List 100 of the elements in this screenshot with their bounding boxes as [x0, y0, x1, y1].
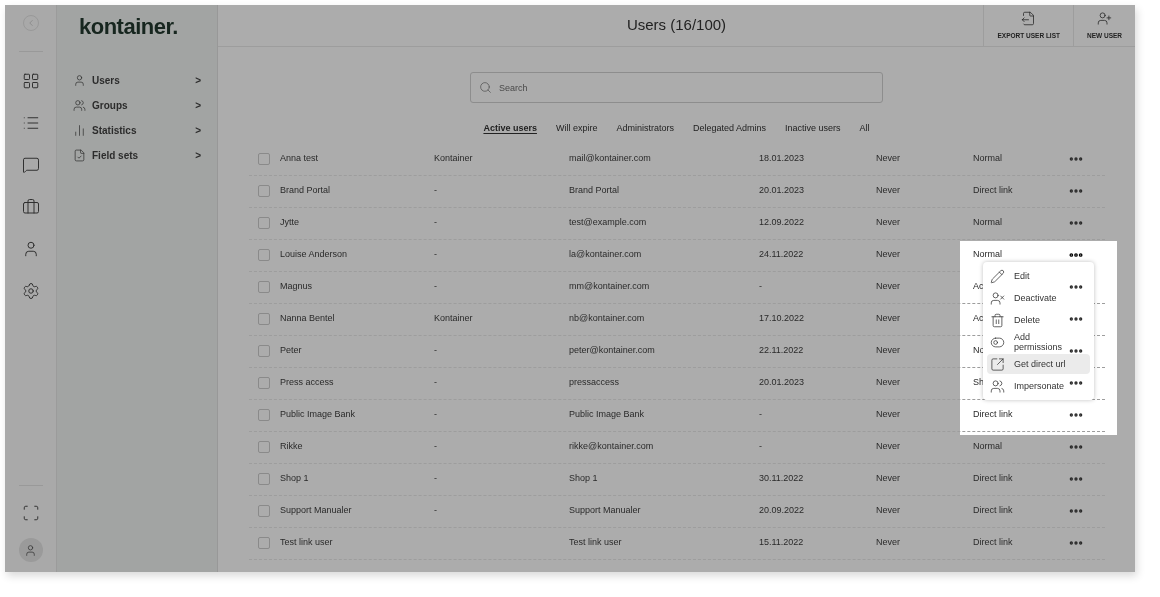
user-name: Rikke	[280, 440, 303, 454]
user-remove-icon	[990, 290, 1005, 306]
company-name: Kontainer	[434, 312, 473, 326]
bar-chart-icon	[73, 124, 86, 137]
email-address: pressaccess	[569, 376, 620, 390]
row-checkbox[interactable]	[258, 505, 270, 517]
nav-item[interactable]: Users >	[73, 71, 201, 90]
export-file-icon	[1021, 10, 1037, 26]
settings-icon[interactable]	[21, 282, 40, 300]
email-address: test@example.com	[569, 216, 647, 230]
filter-tab[interactable]: Active users	[483, 122, 537, 136]
row-checkbox[interactable]	[258, 345, 270, 357]
date-text: -	[759, 440, 762, 454]
add-user-icon	[1097, 10, 1112, 26]
last-login-text: Never	[876, 376, 900, 390]
menu-item[interactable]: Delete	[987, 310, 1090, 330]
row-checkbox[interactable]	[258, 249, 270, 261]
date-text: 17.10.2022	[759, 312, 805, 326]
company-name: -	[434, 280, 437, 294]
user-name: Peter	[280, 344, 302, 358]
email-address: Brand Portal	[569, 184, 620, 198]
last-login-text: Never	[876, 504, 900, 518]
row-checkbox[interactable]	[258, 377, 270, 389]
email-address: peter@kontainer.com	[569, 344, 655, 358]
trash-icon	[990, 312, 1005, 328]
row-checkbox[interactable]	[258, 313, 270, 325]
last-login-text: Never	[876, 280, 900, 294]
list-icon[interactable]	[21, 114, 40, 132]
filter-tab[interactable]: Inactive users	[785, 122, 841, 136]
last-login-text: Never	[876, 312, 900, 326]
filter-tab[interactable]: Will expire	[555, 122, 598, 136]
briefcase-icon[interactable]	[21, 198, 40, 216]
last-login-text: Never	[876, 472, 900, 486]
people-icon	[990, 378, 1005, 394]
focus-icon[interactable]	[21, 504, 40, 522]
company-name: -	[434, 472, 437, 486]
last-login-text: Never	[876, 248, 900, 262]
row-checkbox[interactable]	[258, 281, 270, 293]
filter-tab[interactable]: Delegated Admins	[693, 122, 767, 136]
search-icon	[479, 81, 492, 94]
last-login-text: Never	[876, 440, 900, 454]
menu-item[interactable]: Deactivate	[987, 288, 1090, 308]
profile-avatar[interactable]	[18, 538, 43, 562]
company-name: -	[434, 376, 437, 390]
menu-item[interactable]: Get direct url	[987, 354, 1090, 374]
row-checkbox[interactable]	[258, 185, 270, 197]
row-checkbox[interactable]	[258, 153, 270, 165]
email-address: nb@kontainer.com	[569, 312, 645, 326]
company-name: Kontainer	[434, 152, 473, 166]
document-check-icon	[73, 149, 86, 162]
company-name: -	[434, 184, 437, 198]
user-name: Nanna Bentel	[280, 312, 335, 326]
message-icon[interactable]	[21, 156, 40, 174]
filter-tab[interactable]: Administrators	[616, 122, 674, 136]
menu-item[interactable]: Add permissions	[987, 332, 1090, 352]
menu-item[interactable]: Impersonate	[987, 376, 1090, 396]
last-login-text: Never	[876, 536, 900, 550]
row-checkbox[interactable]	[258, 537, 270, 549]
grid-icon[interactable]	[21, 72, 40, 90]
row-checkbox[interactable]	[258, 217, 270, 229]
date-text: 15.11.2022	[759, 536, 804, 550]
last-login-text: Never	[876, 408, 900, 422]
nav-item[interactable]: Statistics >	[73, 121, 201, 140]
user-type: Ac	[973, 312, 984, 326]
user-type: Direct link	[973, 536, 1013, 550]
date-text: 24.11.2022	[759, 248, 804, 262]
search-field[interactable]: Search	[470, 72, 883, 103]
email-address: rikke@kontainer.com	[569, 440, 654, 454]
nav-item[interactable]: Groups >	[73, 96, 201, 115]
share-icon	[990, 356, 1005, 372]
user-type: Normal	[973, 248, 1002, 262]
date-text: 12.09.2022	[759, 216, 805, 230]
user-name: Jytte	[280, 216, 299, 230]
toggle-icon	[990, 334, 1005, 350]
menu-item[interactable]: Edit	[987, 266, 1090, 286]
row-checkbox[interactable]	[258, 441, 270, 453]
user-type: Direct link	[973, 472, 1013, 486]
date-text: 20.09.2022	[759, 504, 805, 518]
user-icon	[24, 543, 37, 557]
user-name: Anna test	[280, 152, 319, 166]
last-login-text: Never	[876, 184, 900, 198]
user-name: Test link user	[280, 536, 333, 550]
user-type: Direct link	[973, 408, 1013, 422]
row-checkbox[interactable]	[258, 409, 270, 421]
user-name: Magnus	[280, 280, 313, 294]
user-type: Direct link	[973, 504, 1013, 518]
user-name: Brand Portal	[280, 184, 331, 198]
row-checkbox[interactable]	[258, 473, 270, 485]
filter-tab[interactable]: All	[859, 122, 870, 136]
page-title: Users (16/100)	[626, 15, 727, 36]
user-name: Support Manualer	[280, 504, 352, 518]
nav-item[interactable]: Field sets >	[73, 146, 201, 165]
email-address: mm@kontainer.com	[569, 280, 650, 294]
user-type: Direct link	[973, 184, 1013, 198]
user-name: Press access	[280, 376, 334, 390]
email-address: Public Image Bank	[569, 408, 645, 422]
user-type: Normal	[973, 440, 1002, 454]
date-text: 22.11.2022	[759, 344, 804, 358]
company-name: -	[434, 344, 437, 358]
company-name: -	[434, 440, 437, 454]
